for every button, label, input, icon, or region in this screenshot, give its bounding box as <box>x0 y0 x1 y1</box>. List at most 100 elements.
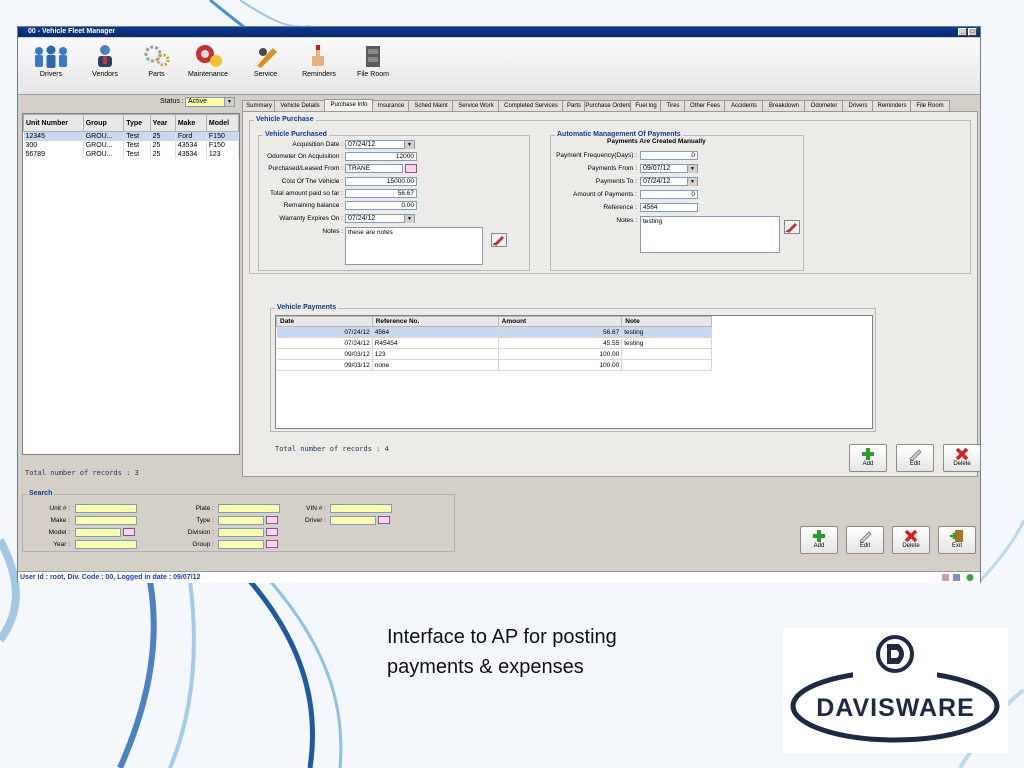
amount-paid-field[interactable]: 56.67 <box>345 189 417 198</box>
toolbar-service-button[interactable]: Service <box>243 38 288 94</box>
payment-edit-button[interactable]: Edit <box>896 444 934 472</box>
tab-service-work[interactable]: Service Work <box>452 100 500 111</box>
tab-accidents[interactable]: Accidents <box>724 100 764 111</box>
table-row[interactable]: 07/24/12 4564 56.67 testing <box>276 326 712 338</box>
type-search-input[interactable] <box>218 516 264 525</box>
status-dropdown[interactable]: Active ▼ <box>185 97 235 107</box>
table-row[interactable]: 09/03/12 none 100.00 <box>276 359 712 371</box>
tab-insurance[interactable]: Insurance <box>372 100 410 111</box>
lookup-icon[interactable] <box>266 540 278 548</box>
payments-to-field[interactable]: 07/24/12 ▼ <box>640 177 698 186</box>
warranty-field[interactable]: 07/24/12 ▼ <box>345 214 415 223</box>
tab-parts[interactable]: Parts <box>562 100 586 111</box>
unit-add-button[interactable]: Add <box>800 526 838 554</box>
exit-door-icon <box>950 530 963 542</box>
tab-tires[interactable]: Tires <box>660 100 686 111</box>
group-search-input[interactable] <box>218 540 264 549</box>
tab-drivers[interactable]: Drivers <box>842 100 874 111</box>
division-search-input[interactable] <box>218 528 264 537</box>
vehicle-purchased-title: Vehicle Purchased <box>263 131 329 138</box>
tab-odometer[interactable]: Odometer <box>804 100 844 111</box>
unit-col-header[interactable]: Year <box>149 114 176 132</box>
chevron-down-icon[interactable]: ▼ <box>404 141 414 149</box>
tab-breakdown[interactable]: Breakdown <box>762 100 806 111</box>
chevron-down-icon[interactable]: ▼ <box>687 165 697 173</box>
maximize-button[interactable]: □ <box>968 28 977 36</box>
vehicle-notes-field[interactable]: these are notes <box>345 227 483 265</box>
model-search-input[interactable] <box>75 528 121 537</box>
plate-search-input[interactable] <box>218 504 280 513</box>
lookup-icon[interactable] <box>266 516 278 524</box>
chevron-down-icon[interactable]: ▼ <box>224 98 234 106</box>
edit-auto-notes-button[interactable] <box>784 220 800 234</box>
toolbar-parts-button[interactable]: Parts <box>134 38 179 94</box>
tab-purchase-orders[interactable]: Purchase Orders <box>584 100 632 111</box>
payment-col-header[interactable]: Note <box>621 316 712 327</box>
unit-delete-button[interactable]: Delete <box>892 526 930 554</box>
toolbar-reminders-button[interactable]: Reminders <box>293 38 345 94</box>
year-search-input[interactable] <box>75 540 137 549</box>
toolbar-file-room-button[interactable]: File Room <box>348 38 398 94</box>
unit-col-header[interactable]: Model <box>205 114 240 132</box>
purchased-from-field[interactable]: TRANE <box>345 164 403 173</box>
tab-vehicle-details[interactable]: Vehicle Details <box>274 100 326 111</box>
payment-frequency-field[interactable]: 0 <box>640 151 698 160</box>
auto-notes-field[interactable]: testing <box>640 216 780 253</box>
unit-col-header[interactable]: Make <box>174 114 207 132</box>
unit-col-header[interactable]: Type <box>123 114 151 132</box>
table-row[interactable]: 09/03/12 123 100.00 <box>276 348 712 360</box>
table-cell: 25 <box>150 131 176 141</box>
minimize-button[interactable]: _ <box>958 28 967 36</box>
reference-field[interactable]: 4564 <box>640 203 698 212</box>
toolbar-maintenance-button[interactable]: Maintenance <box>183 38 233 94</box>
remaining-balance-field[interactable]: 0.00 <box>345 201 417 210</box>
payment-delete-button[interactable]: Delete <box>943 444 981 472</box>
chevron-down-icon[interactable]: ▼ <box>404 215 414 223</box>
acquisition-date-field[interactable]: 07/24/12 ▼ <box>345 140 415 149</box>
slide-caption: Interface to AP for posting payments & e… <box>387 626 617 678</box>
tab-summary[interactable]: Summary <box>242 100 276 111</box>
unit-col-header[interactable]: Unit Number <box>23 114 84 132</box>
table-row[interactable]: 300 GROU... Test 25 43534 F150 <box>23 141 240 150</box>
tab-file-room[interactable]: File Room <box>910 100 950 111</box>
payment-col-header[interactable]: Amount <box>497 316 623 327</box>
toolbar-drivers-button[interactable]: Drivers <box>26 38 76 94</box>
button-label: Add <box>862 461 874 467</box>
payments-from-field[interactable]: 09/07/12 ▼ <box>640 164 698 173</box>
table-row[interactable]: 07/24/12 R45454 45.55 testing <box>276 337 712 349</box>
chevron-down-icon[interactable]: ▼ <box>687 178 697 186</box>
table-row[interactable]: 12345 GROU... Test 25 Ford F150 <box>23 131 240 141</box>
amount-of-payments-field[interactable]: 0 <box>640 190 698 199</box>
vehicle-purchase-group: Vehicle Purchase Vehicle Purchased Acqui… <box>249 116 971 274</box>
group-search-label: Group : <box>192 541 214 548</box>
payment-col-header[interactable]: Reference No. <box>371 316 499 327</box>
unit-edit-button[interactable]: Edit <box>846 526 884 554</box>
odometer-field[interactable]: 12000 <box>345 152 417 161</box>
toolbar: Drivers Vendors Parts Maintenance Servic… <box>18 38 980 95</box>
tab-fuel-log[interactable]: Fuel log <box>630 100 662 111</box>
payments-from-value: 09/07/12 <box>643 165 671 172</box>
driver-search-input[interactable] <box>330 516 376 525</box>
app-window: 00 - Vehicle Fleet Manager _ □ Drivers V… <box>17 26 981 583</box>
toolbar-vendors-button[interactable]: Vendors <box>80 38 130 94</box>
edit-notes-button[interactable] <box>491 233 507 247</box>
table-row[interactable]: 56789 GROU... Test 25 43534 123 <box>23 150 240 159</box>
cost-field[interactable]: 15000.00 <box>345 177 417 186</box>
tab-reminders[interactable]: Reminders <box>872 100 912 111</box>
unit-search-input[interactable] <box>75 504 137 513</box>
payment-add-button[interactable]: Add <box>849 444 887 472</box>
exit-button[interactable]: Exit <box>938 526 976 554</box>
reminders-icon <box>312 45 324 66</box>
vin-search-input[interactable] <box>330 504 392 513</box>
make-search-input[interactable] <box>75 516 137 525</box>
lookup-icon[interactable] <box>266 528 278 536</box>
tab-sched-maint[interactable]: Sched Maint <box>408 100 454 111</box>
lookup-icon[interactable] <box>405 164 417 173</box>
unit-col-header[interactable]: Group <box>82 114 125 132</box>
lookup-icon[interactable] <box>123 528 135 536</box>
payment-col-header[interactable]: Date <box>276 316 373 327</box>
tab-completed-services[interactable]: Completed Services <box>498 100 564 111</box>
tab-other-fees[interactable]: Other Fees <box>684 100 726 111</box>
lookup-icon[interactable] <box>378 516 390 524</box>
status-bar: User Id : root, Div. Code : 00, Logged i… <box>18 571 980 583</box>
